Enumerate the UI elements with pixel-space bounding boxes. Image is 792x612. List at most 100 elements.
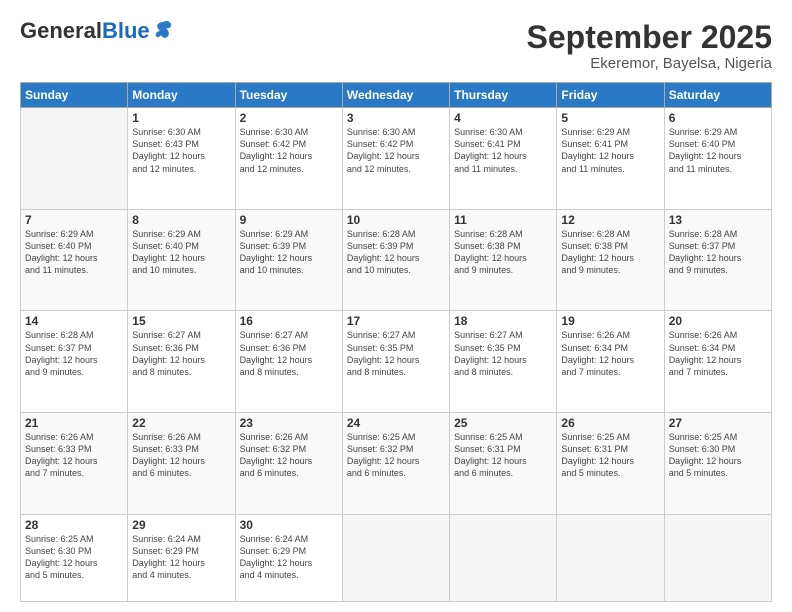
- day-detail: Sunrise: 6:27 AM Sunset: 6:35 PM Dayligh…: [454, 329, 552, 378]
- col-saturday: Saturday: [664, 83, 771, 108]
- day-detail: Sunrise: 6:27 AM Sunset: 6:35 PM Dayligh…: [347, 329, 445, 378]
- day-detail: Sunrise: 6:24 AM Sunset: 6:29 PM Dayligh…: [132, 533, 230, 582]
- logo-blue-text: Blue: [102, 18, 150, 43]
- day-detail: Sunrise: 6:28 AM Sunset: 6:38 PM Dayligh…: [561, 228, 659, 277]
- table-row: 23Sunrise: 6:26 AM Sunset: 6:32 PM Dayli…: [235, 412, 342, 514]
- table-row: 18Sunrise: 6:27 AM Sunset: 6:35 PM Dayli…: [450, 311, 557, 413]
- day-number: 2: [240, 111, 338, 125]
- table-row: 9Sunrise: 6:29 AM Sunset: 6:39 PM Daylig…: [235, 209, 342, 311]
- day-number: 20: [669, 314, 767, 328]
- day-number: 11: [454, 213, 552, 227]
- day-number: 24: [347, 416, 445, 430]
- table-row: 5Sunrise: 6:29 AM Sunset: 6:41 PM Daylig…: [557, 108, 664, 210]
- col-wednesday: Wednesday: [342, 83, 449, 108]
- day-detail: Sunrise: 6:25 AM Sunset: 6:31 PM Dayligh…: [454, 431, 552, 480]
- table-row: [450, 514, 557, 601]
- month-title: September 2025: [527, 20, 772, 55]
- table-row: 13Sunrise: 6:28 AM Sunset: 6:37 PM Dayli…: [664, 209, 771, 311]
- calendar-header-row: Sunday Monday Tuesday Wednesday Thursday…: [21, 83, 772, 108]
- day-detail: Sunrise: 6:29 AM Sunset: 6:41 PM Dayligh…: [561, 126, 659, 175]
- page: GeneralBlue September 2025 Ekeremor, Bay…: [0, 0, 792, 612]
- table-row: 24Sunrise: 6:25 AM Sunset: 6:32 PM Dayli…: [342, 412, 449, 514]
- table-row: 16Sunrise: 6:27 AM Sunset: 6:36 PM Dayli…: [235, 311, 342, 413]
- table-row: 6Sunrise: 6:29 AM Sunset: 6:40 PM Daylig…: [664, 108, 771, 210]
- table-row: 10Sunrise: 6:28 AM Sunset: 6:39 PM Dayli…: [342, 209, 449, 311]
- col-thursday: Thursday: [450, 83, 557, 108]
- logo: GeneralBlue: [20, 20, 174, 42]
- day-detail: Sunrise: 6:27 AM Sunset: 6:36 PM Dayligh…: [132, 329, 230, 378]
- day-detail: Sunrise: 6:26 AM Sunset: 6:34 PM Dayligh…: [669, 329, 767, 378]
- day-number: 18: [454, 314, 552, 328]
- table-row: 11Sunrise: 6:28 AM Sunset: 6:38 PM Dayli…: [450, 209, 557, 311]
- day-number: 14: [25, 314, 123, 328]
- day-number: 19: [561, 314, 659, 328]
- day-number: 21: [25, 416, 123, 430]
- table-row: 17Sunrise: 6:27 AM Sunset: 6:35 PM Dayli…: [342, 311, 449, 413]
- calendar-table: Sunday Monday Tuesday Wednesday Thursday…: [20, 82, 772, 602]
- day-number: 16: [240, 314, 338, 328]
- day-detail: Sunrise: 6:26 AM Sunset: 6:33 PM Dayligh…: [25, 431, 123, 480]
- logo-general-text: General: [20, 18, 102, 43]
- table-row: 20Sunrise: 6:26 AM Sunset: 6:34 PM Dayli…: [664, 311, 771, 413]
- day-number: 15: [132, 314, 230, 328]
- table-row: 7Sunrise: 6:29 AM Sunset: 6:40 PM Daylig…: [21, 209, 128, 311]
- day-detail: Sunrise: 6:25 AM Sunset: 6:32 PM Dayligh…: [347, 431, 445, 480]
- table-row: 26Sunrise: 6:25 AM Sunset: 6:31 PM Dayli…: [557, 412, 664, 514]
- day-detail: Sunrise: 6:29 AM Sunset: 6:40 PM Dayligh…: [25, 228, 123, 277]
- day-number: 25: [454, 416, 552, 430]
- day-detail: Sunrise: 6:30 AM Sunset: 6:42 PM Dayligh…: [240, 126, 338, 175]
- col-tuesday: Tuesday: [235, 83, 342, 108]
- table-row: 22Sunrise: 6:26 AM Sunset: 6:33 PM Dayli…: [128, 412, 235, 514]
- day-number: 27: [669, 416, 767, 430]
- day-detail: Sunrise: 6:27 AM Sunset: 6:36 PM Dayligh…: [240, 329, 338, 378]
- title-block: September 2025 Ekeremor, Bayelsa, Nigeri…: [527, 20, 772, 72]
- day-number: 12: [561, 213, 659, 227]
- day-number: 26: [561, 416, 659, 430]
- day-detail: Sunrise: 6:25 AM Sunset: 6:30 PM Dayligh…: [25, 533, 123, 582]
- day-detail: Sunrise: 6:28 AM Sunset: 6:38 PM Dayligh…: [454, 228, 552, 277]
- day-detail: Sunrise: 6:28 AM Sunset: 6:39 PM Dayligh…: [347, 228, 445, 277]
- table-row: 3Sunrise: 6:30 AM Sunset: 6:42 PM Daylig…: [342, 108, 449, 210]
- table-row: 12Sunrise: 6:28 AM Sunset: 6:38 PM Dayli…: [557, 209, 664, 311]
- table-row: 8Sunrise: 6:29 AM Sunset: 6:40 PM Daylig…: [128, 209, 235, 311]
- table-row: 19Sunrise: 6:26 AM Sunset: 6:34 PM Dayli…: [557, 311, 664, 413]
- day-number: 10: [347, 213, 445, 227]
- table-row: 25Sunrise: 6:25 AM Sunset: 6:31 PM Dayli…: [450, 412, 557, 514]
- day-number: 3: [347, 111, 445, 125]
- day-detail: Sunrise: 6:29 AM Sunset: 6:40 PM Dayligh…: [669, 126, 767, 175]
- day-detail: Sunrise: 6:30 AM Sunset: 6:42 PM Dayligh…: [347, 126, 445, 175]
- day-detail: Sunrise: 6:25 AM Sunset: 6:31 PM Dayligh…: [561, 431, 659, 480]
- day-number: 13: [669, 213, 767, 227]
- day-number: 23: [240, 416, 338, 430]
- day-number: 6: [669, 111, 767, 125]
- logo-bird-icon: [152, 18, 174, 40]
- day-detail: Sunrise: 6:26 AM Sunset: 6:34 PM Dayligh…: [561, 329, 659, 378]
- col-friday: Friday: [557, 83, 664, 108]
- day-detail: Sunrise: 6:30 AM Sunset: 6:41 PM Dayligh…: [454, 126, 552, 175]
- day-detail: Sunrise: 6:28 AM Sunset: 6:37 PM Dayligh…: [25, 329, 123, 378]
- day-detail: Sunrise: 6:29 AM Sunset: 6:40 PM Dayligh…: [132, 228, 230, 277]
- table-row: 30Sunrise: 6:24 AM Sunset: 6:29 PM Dayli…: [235, 514, 342, 601]
- day-detail: Sunrise: 6:26 AM Sunset: 6:32 PM Dayligh…: [240, 431, 338, 480]
- col-sunday: Sunday: [21, 83, 128, 108]
- day-number: 17: [347, 314, 445, 328]
- day-number: 9: [240, 213, 338, 227]
- day-detail: Sunrise: 6:25 AM Sunset: 6:30 PM Dayligh…: [669, 431, 767, 480]
- day-detail: Sunrise: 6:29 AM Sunset: 6:39 PM Dayligh…: [240, 228, 338, 277]
- table-row: 14Sunrise: 6:28 AM Sunset: 6:37 PM Dayli…: [21, 311, 128, 413]
- table-row: [557, 514, 664, 601]
- table-row: 29Sunrise: 6:24 AM Sunset: 6:29 PM Dayli…: [128, 514, 235, 601]
- table-row: 4Sunrise: 6:30 AM Sunset: 6:41 PM Daylig…: [450, 108, 557, 210]
- day-detail: Sunrise: 6:28 AM Sunset: 6:37 PM Dayligh…: [669, 228, 767, 277]
- header: GeneralBlue September 2025 Ekeremor, Bay…: [20, 20, 772, 72]
- day-detail: Sunrise: 6:24 AM Sunset: 6:29 PM Dayligh…: [240, 533, 338, 582]
- day-number: 1: [132, 111, 230, 125]
- table-row: [342, 514, 449, 601]
- table-row: 1Sunrise: 6:30 AM Sunset: 6:43 PM Daylig…: [128, 108, 235, 210]
- day-number: 4: [454, 111, 552, 125]
- day-detail: Sunrise: 6:30 AM Sunset: 6:43 PM Dayligh…: [132, 126, 230, 175]
- day-detail: Sunrise: 6:26 AM Sunset: 6:33 PM Dayligh…: [132, 431, 230, 480]
- day-number: 7: [25, 213, 123, 227]
- day-number: 28: [25, 518, 123, 532]
- table-row: 28Sunrise: 6:25 AM Sunset: 6:30 PM Dayli…: [21, 514, 128, 601]
